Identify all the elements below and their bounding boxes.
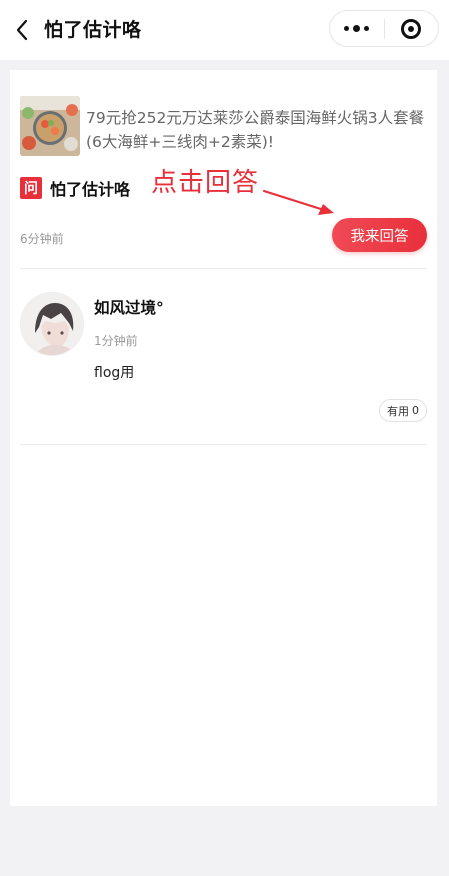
more-button[interactable] bbox=[330, 11, 384, 46]
question-detail-card: 79元抢252元万达莱莎公爵泰国海鲜火锅3人套餐 (6大海鲜+三线肉+2素菜)!… bbox=[10, 70, 437, 806]
answer-user-name: 如风过境° bbox=[94, 299, 164, 317]
answer-content: flog用 bbox=[94, 365, 135, 381]
useful-count: 0 bbox=[412, 404, 419, 417]
navigation-bar: 怕了估计咯 bbox=[0, 0, 449, 60]
mini-program-capsule bbox=[329, 10, 439, 47]
avatar[interactable] bbox=[20, 292, 84, 356]
useful-button[interactable]: 有用 0 bbox=[379, 399, 427, 422]
question-row: 问 怕了估计咯 bbox=[20, 176, 130, 200]
annotation-arrow-icon bbox=[262, 189, 334, 215]
divider bbox=[20, 444, 427, 445]
divider bbox=[20, 268, 427, 269]
annotation-label: 点击回答 bbox=[151, 168, 260, 198]
question-badge: 问 bbox=[20, 177, 42, 199]
product-title: 79元抢252元万达莱莎公爵泰国海鲜火锅3人套餐 (6大海鲜+三线肉+2素菜)! bbox=[86, 109, 425, 151]
product-thumbnail bbox=[20, 96, 80, 156]
answer-time: 1分钟前 bbox=[94, 334, 138, 348]
useful-label: 有用 bbox=[387, 404, 409, 418]
answer-button[interactable]: 我来回答 bbox=[332, 218, 427, 252]
chevron-left-icon bbox=[16, 19, 28, 41]
more-dots-icon bbox=[344, 25, 370, 32]
question-time: 6分钟前 bbox=[20, 232, 64, 246]
close-mini-program-button[interactable] bbox=[385, 11, 439, 46]
target-circle-icon bbox=[401, 18, 422, 39]
back-button[interactable] bbox=[8, 14, 36, 46]
page-title: 怕了估计咯 bbox=[44, 19, 142, 41]
product-link[interactable]: 79元抢252元万达莱莎公爵泰国海鲜火锅3人套餐 (6大海鲜+三线肉+2素菜)! bbox=[20, 96, 427, 158]
question-text: 怕了估计咯 bbox=[50, 180, 131, 199]
